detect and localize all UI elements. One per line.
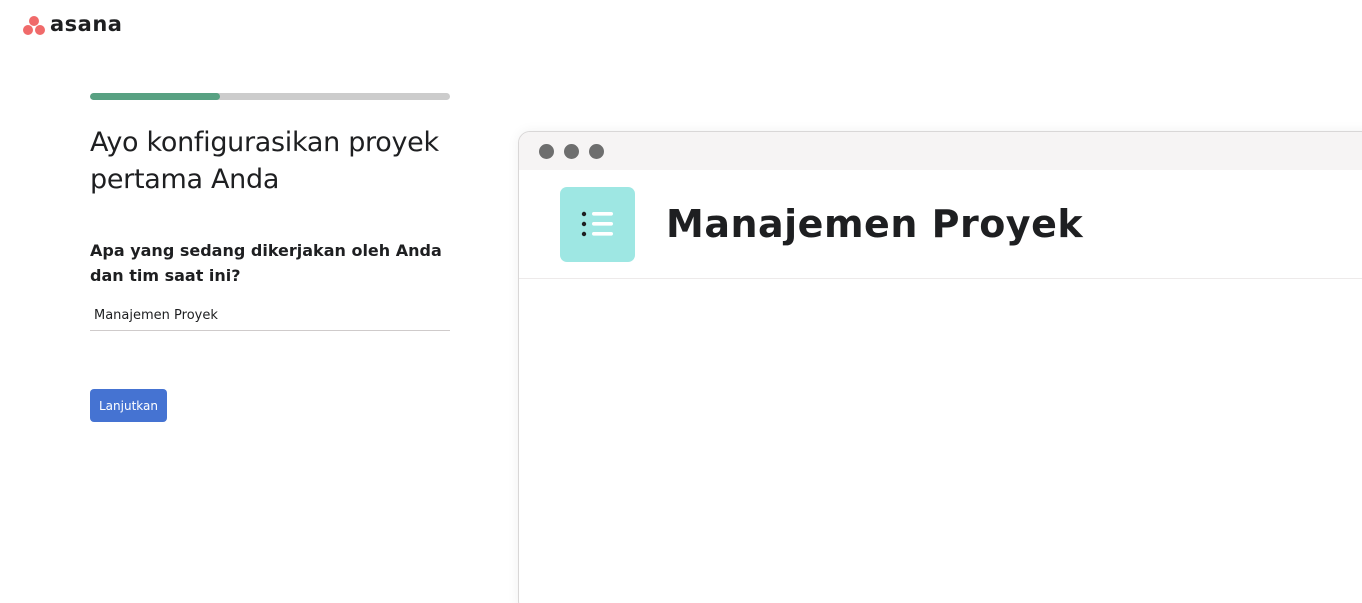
project-name-input[interactable] bbox=[90, 300, 450, 331]
preview-titlebar bbox=[519, 132, 1362, 170]
setup-progress-bar bbox=[90, 93, 450, 100]
preview-project-title: Manajemen Proyek bbox=[666, 202, 1084, 246]
asana-logo[interactable]: asana bbox=[22, 13, 122, 35]
page: asana Ayo konfigurasikan proyek pertama … bbox=[0, 0, 1362, 603]
continue-button[interactable]: Lanjutkan bbox=[90, 389, 167, 422]
project-question-label: Apa yang sedang dikerjakan oleh Anda dan… bbox=[90, 241, 442, 285]
list-icon bbox=[560, 186, 635, 262]
preview-header: Manajemen Proyek bbox=[519, 170, 1362, 279]
asana-logo-icon bbox=[22, 13, 46, 35]
window-dot-icon bbox=[589, 143, 604, 159]
progress-fill bbox=[90, 93, 220, 100]
project-preview-window: Manajemen Proyek bbox=[518, 131, 1362, 603]
page-title: Ayo konfigurasikan proyek pertama Anda bbox=[90, 127, 439, 195]
window-dot-icon bbox=[564, 143, 579, 159]
window-dot-icon bbox=[539, 143, 554, 159]
logo-text: asana bbox=[50, 12, 123, 36]
